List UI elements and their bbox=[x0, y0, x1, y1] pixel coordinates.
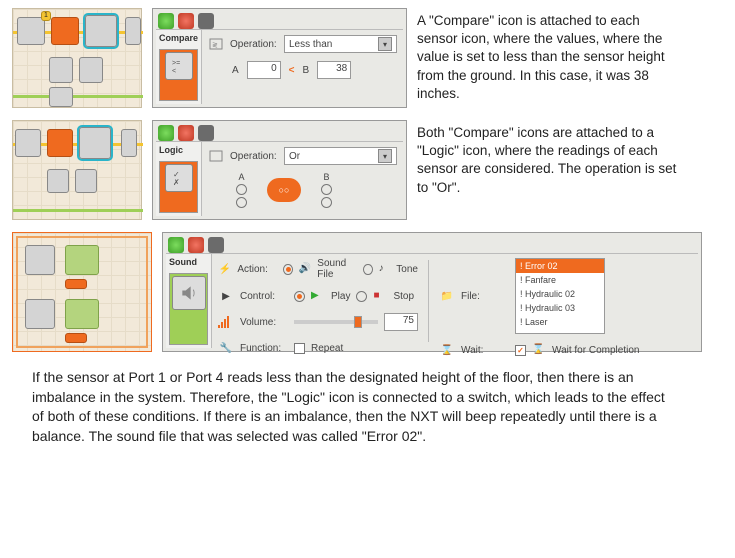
program-canvas-sound bbox=[12, 232, 152, 352]
document-page: 1 Compare >=< bbox=[0, 0, 735, 454]
b-input[interactable]: 38 bbox=[317, 61, 351, 79]
soundfile-icon: 🔊 bbox=[299, 263, 311, 275]
a-input[interactable]: 0 bbox=[247, 61, 281, 79]
play-radio[interactable] bbox=[294, 291, 305, 302]
function-label: Function: bbox=[240, 343, 288, 354]
svg-text:<: < bbox=[172, 68, 176, 75]
sound-icon bbox=[172, 276, 206, 310]
panel-title: Logic bbox=[156, 142, 201, 158]
file-label: File: bbox=[461, 291, 509, 302]
panel-titlebar bbox=[156, 124, 403, 142]
settings-button[interactable] bbox=[198, 13, 214, 29]
or-pill-icon: ○○ bbox=[267, 178, 301, 202]
wait-check[interactable] bbox=[515, 345, 526, 356]
panel-title: Compare bbox=[156, 30, 201, 46]
stop-button[interactable] bbox=[178, 125, 194, 141]
compare-row: 1 Compare >=< bbox=[12, 8, 723, 108]
chevron-down-icon: ▾ bbox=[378, 37, 392, 51]
svg-text:✗: ✗ bbox=[173, 178, 180, 187]
hourglass-icon: ⌛ bbox=[532, 344, 546, 356]
volume-slider[interactable] bbox=[294, 320, 378, 324]
program-canvas-compare: 1 bbox=[12, 8, 142, 108]
operation-icon bbox=[208, 149, 224, 163]
b-label: B bbox=[303, 65, 310, 76]
settings-button[interactable] bbox=[198, 125, 214, 141]
panel-titlebar bbox=[156, 12, 403, 30]
b-false-radio[interactable] bbox=[321, 197, 332, 208]
divider bbox=[428, 260, 429, 342]
logic-icon: ✓✗ bbox=[165, 164, 193, 192]
b-true-radio[interactable] bbox=[321, 184, 332, 195]
stop-radio[interactable] bbox=[356, 291, 367, 302]
volume-input[interactable]: 75 bbox=[384, 313, 418, 331]
compare-icon: >=< bbox=[165, 52, 193, 80]
logic-caption: Both "Compare" icons are attached to a "… bbox=[417, 120, 677, 197]
less-than-icon: < bbox=[289, 65, 295, 76]
list-item[interactable]: ! Hydraulic 02 bbox=[516, 287, 604, 301]
sound-row: Sound ⚡ Action: 🔊 Sound bbox=[12, 232, 723, 352]
a-column: A bbox=[236, 172, 247, 208]
stop-button[interactable] bbox=[178, 13, 194, 29]
volume-label: Volume: bbox=[240, 317, 288, 328]
b-column: B bbox=[321, 172, 332, 208]
logic-panel: Logic ✓✗ Operation: Or ▾ bbox=[152, 120, 407, 220]
list-item[interactable]: ! Fanfare bbox=[516, 273, 604, 287]
operation-select[interactable]: Or ▾ bbox=[284, 147, 397, 165]
panel-sidebar: Logic ✓✗ bbox=[156, 142, 202, 216]
stop-button[interactable] bbox=[188, 237, 204, 253]
panel-titlebar bbox=[166, 236, 698, 254]
chevron-down-icon: ▾ bbox=[378, 149, 392, 163]
a-label: A bbox=[232, 65, 239, 76]
wait-icon: ⌛ bbox=[439, 343, 455, 357]
operation-icon: ≷ bbox=[208, 37, 224, 51]
compare-panel: Compare >=< ≷ Operation: Less than ▾ bbox=[152, 8, 407, 108]
operation-select[interactable]: Less than ▾ bbox=[284, 35, 397, 53]
run-button[interactable] bbox=[168, 237, 184, 253]
repeat-check[interactable] bbox=[294, 343, 305, 354]
tone-icon: ♪ bbox=[379, 263, 391, 275]
a-true-radio[interactable] bbox=[236, 184, 247, 195]
action-label: Action: bbox=[237, 264, 277, 275]
tone-radio[interactable] bbox=[363, 264, 373, 275]
bottom-caption: If the sensor at Port 1 or Port 4 reads … bbox=[12, 364, 692, 446]
panel-sidebar: Compare >=< bbox=[156, 30, 202, 104]
panel-sidebar: Sound bbox=[166, 254, 212, 348]
function-icon: 🔧 bbox=[218, 341, 234, 355]
action-icon: ⚡ bbox=[218, 262, 231, 276]
panel-title: Sound bbox=[166, 254, 211, 270]
operation-label: Operation: bbox=[230, 151, 278, 162]
file-icon: 📁 bbox=[439, 289, 455, 303]
volume-icon bbox=[218, 315, 234, 329]
run-button[interactable] bbox=[158, 125, 174, 141]
program-canvas-logic bbox=[12, 120, 142, 220]
file-listbox[interactable]: ! Error 02 ! Fanfare ! Hydraulic 02 ! Hy… bbox=[515, 258, 605, 334]
settings-button[interactable] bbox=[208, 237, 224, 253]
svg-text:≷: ≷ bbox=[212, 42, 218, 49]
play-icon: ▶ bbox=[311, 290, 325, 302]
soundfile-radio[interactable] bbox=[283, 264, 293, 275]
stop-square-icon: ■ bbox=[373, 290, 387, 302]
a-false-radio[interactable] bbox=[236, 197, 247, 208]
svg-text:>=: >= bbox=[172, 60, 180, 67]
operation-label: Operation: bbox=[230, 39, 278, 50]
list-item[interactable]: ! Laser bbox=[516, 315, 604, 329]
logic-row: Logic ✓✗ Operation: Or ▾ bbox=[12, 120, 723, 220]
wait-label: Wait: bbox=[461, 345, 509, 356]
list-item[interactable]: ! Error 02 bbox=[516, 259, 604, 273]
run-button[interactable] bbox=[158, 13, 174, 29]
control-icon: ▶ bbox=[218, 289, 234, 303]
list-item[interactable]: ! Hydraulic 03 bbox=[516, 301, 604, 315]
sound-panel: Sound ⚡ Action: 🔊 Sound bbox=[162, 232, 702, 352]
control-label: Control: bbox=[240, 291, 288, 302]
compare-caption: A "Compare" icon is attached to each sen… bbox=[417, 8, 677, 103]
